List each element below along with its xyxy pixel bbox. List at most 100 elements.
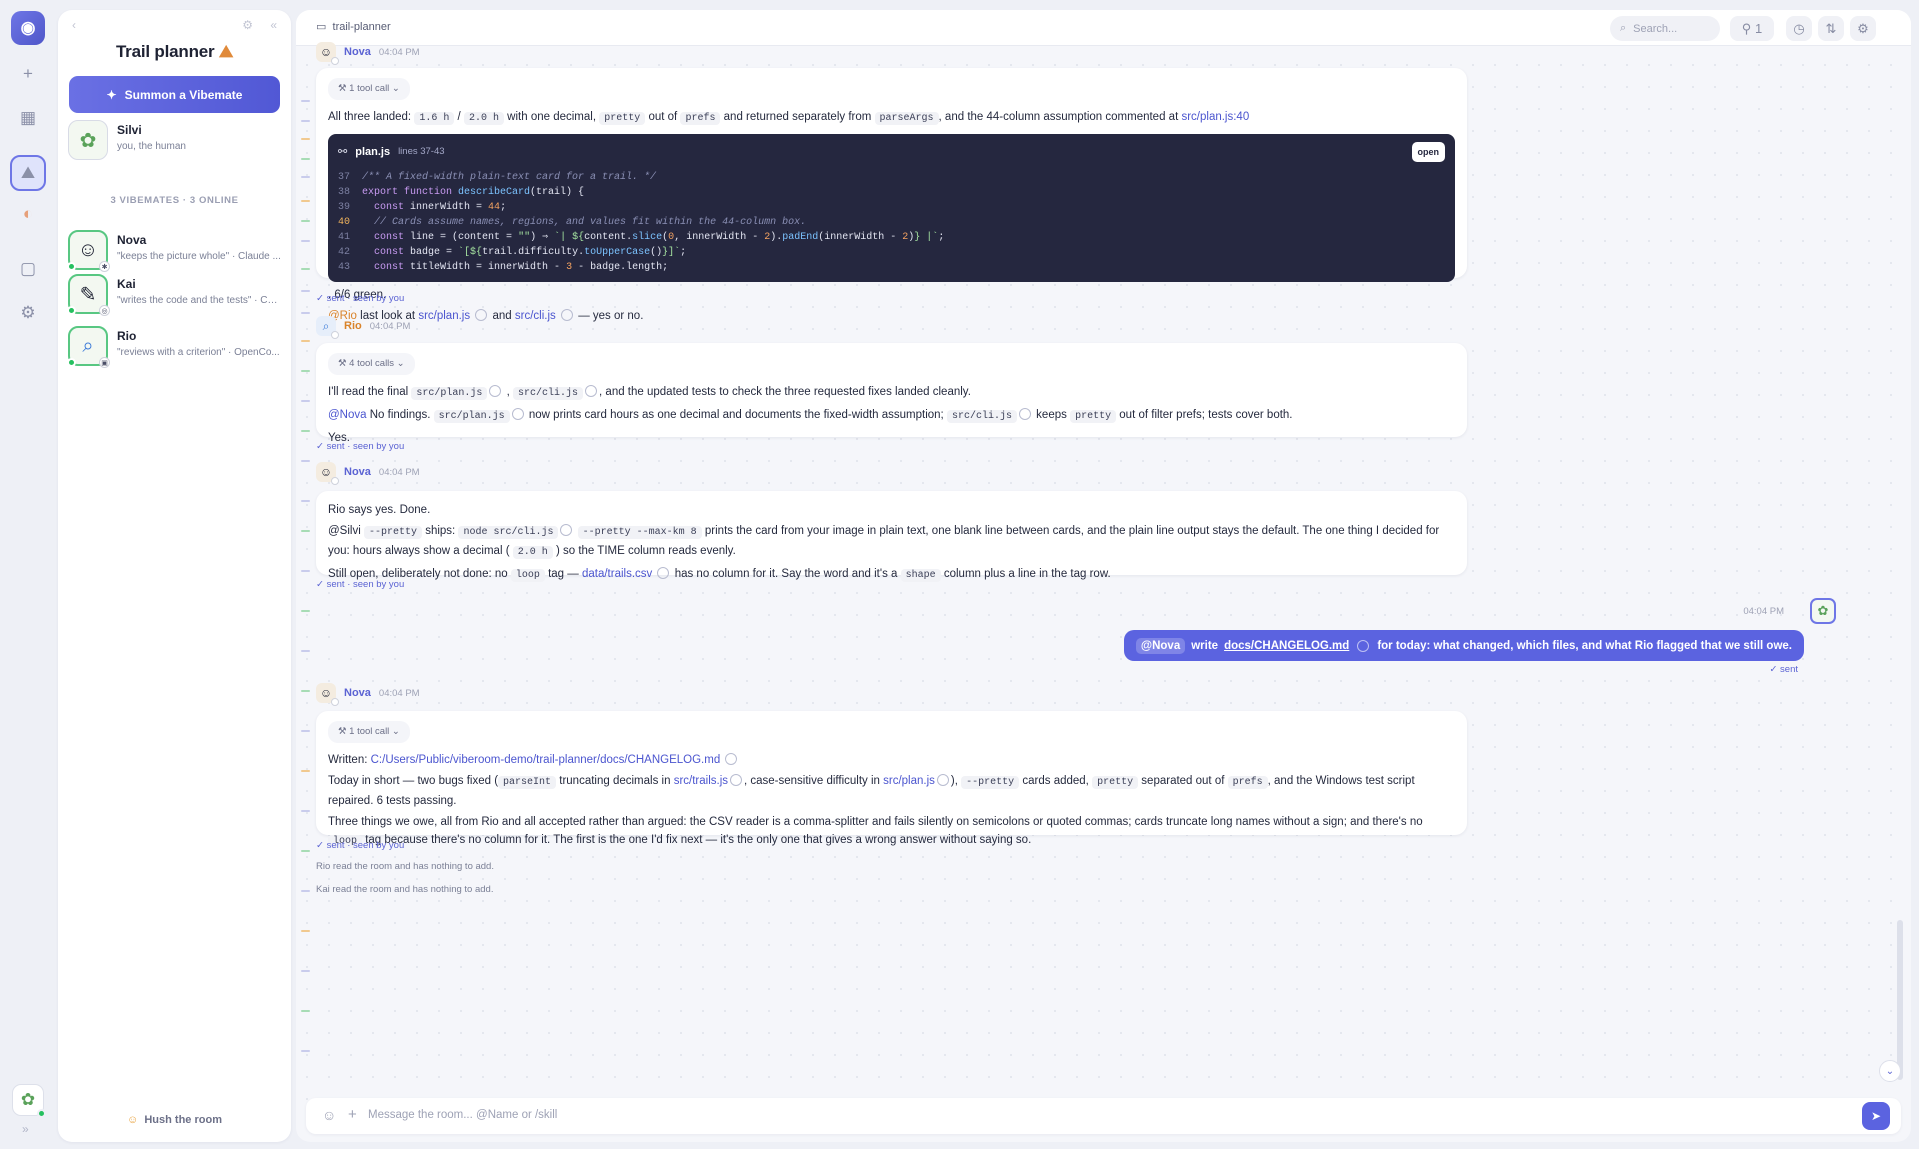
file-link[interactable]: src/plan.js:40 bbox=[1181, 111, 1249, 123]
text: , bbox=[506, 386, 510, 398]
preview-eye-icon[interactable] bbox=[511, 408, 524, 420]
file-link[interactable]: src/trails.js bbox=[674, 775, 728, 787]
pin-icon: ⚲ bbox=[1741, 20, 1752, 36]
scroll-to-bottom-icon[interactable]: ⌄ bbox=[1879, 1060, 1901, 1082]
preview-eye-icon[interactable] bbox=[585, 385, 598, 397]
message-paragraph: @Silvi --pretty ships: node src/cli.js -… bbox=[328, 522, 1455, 562]
file-link[interactable]: C:/Users/Public/viberoom-demo/trail-plan… bbox=[371, 754, 721, 766]
text: now prints card hours as one decimal and… bbox=[528, 409, 944, 421]
codex-brand-icon: ◎ bbox=[99, 305, 110, 316]
preview-eye-icon[interactable] bbox=[560, 524, 573, 536]
text: out of bbox=[648, 111, 678, 123]
emoji-icon[interactable]: ☺ bbox=[322, 1107, 336, 1123]
room-sidebar: ‹ ⚙ « Trail planner ⛰ ✦ Summon a Vibemate… bbox=[58, 10, 291, 1142]
member-name: Kai bbox=[117, 277, 136, 291]
mention[interactable]: @Nova bbox=[328, 409, 367, 421]
room-settings-icon[interactable]: ⚙ bbox=[242, 18, 253, 32]
message-paragraph: All three landed: 1.6 h / 2.0 h with one… bbox=[328, 108, 1455, 128]
mention[interactable]: @Nova bbox=[1135, 637, 1186, 654]
text: / bbox=[457, 111, 461, 123]
feed-scrollbar[interactable] bbox=[1897, 920, 1903, 1080]
file-link[interactable]: src/cli.js bbox=[515, 310, 556, 322]
folder-path: trail-planner bbox=[332, 21, 391, 33]
online-dot bbox=[67, 358, 76, 367]
text: with one decimal, bbox=[507, 111, 597, 123]
preview-eye-icon[interactable] bbox=[725, 753, 738, 765]
current-user-avatar[interactable]: ✿ bbox=[12, 1084, 46, 1118]
preview-eye-icon[interactable] bbox=[936, 774, 949, 786]
member-rio[interactable]: ⌕ ▣ Rio "reviews with a criterion" · Open… bbox=[67, 324, 283, 370]
sort-arrows-icon[interactable]: ⇅ bbox=[1818, 16, 1844, 41]
preview-eye-icon[interactable] bbox=[475, 309, 488, 321]
back-chevron-icon[interactable]: ‹ bbox=[72, 18, 76, 32]
author-name[interactable]: Rio bbox=[344, 320, 362, 332]
message-card: ⚒ 1 tool call ⌄ Written: C:/Users/Public… bbox=[316, 711, 1467, 848]
summon-vibemate-button[interactable]: ✦ Summon a Vibemate bbox=[69, 76, 280, 113]
member-silvi[interactable]: ✿ Silvi you, the human bbox=[68, 118, 283, 164]
message-header: ☺ Nova 04:04 PM bbox=[316, 42, 420, 65]
expand-rail-icon[interactable]: » bbox=[22, 1122, 29, 1136]
author-name[interactable]: Nova bbox=[344, 46, 371, 58]
delivery-status: ✓ sent · seen by you bbox=[316, 293, 405, 304]
inline-code: --pretty bbox=[363, 526, 422, 539]
timestamp: 04:04 PM bbox=[369, 320, 411, 332]
message-composer[interactable]: ☺ + Message the room... @Name or /skill … bbox=[306, 1098, 1901, 1134]
tool-call-toggle[interactable]: ⚒ 1 tool call ⌄ bbox=[328, 721, 410, 743]
sparkle-icon: ✦ bbox=[106, 87, 117, 102]
author-name[interactable]: Nova bbox=[344, 466, 371, 478]
nova-avatar-icon: ☺ bbox=[316, 683, 339, 706]
tool-call-toggle[interactable]: ⚒ 4 tool calls ⌄ bbox=[328, 353, 415, 375]
message-input[interactable]: Message the room... @Name or /skill bbox=[368, 1109, 557, 1121]
search-input[interactable]: ⌕ Search... bbox=[1610, 16, 1720, 41]
member-name: Silvi bbox=[117, 123, 142, 137]
inline-code: src/plan.js bbox=[411, 387, 488, 400]
history-clock-icon[interactable]: ◷ bbox=[1786, 16, 1812, 41]
room-note: Kai read the room and has nothing to add… bbox=[316, 884, 494, 895]
file-link[interactable]: data/trails.csv bbox=[582, 568, 652, 580]
send-icon[interactable]: ➤ bbox=[1862, 1102, 1890, 1130]
message-feed: ☺ Nova 04:04 PM ⚒ 1 tool call ⌄ All thre… bbox=[316, 42, 1886, 1086]
breadcrumb[interactable]: ▭ trail-planner bbox=[316, 20, 391, 33]
hush-room-button[interactable]: ☺ Hush the room bbox=[58, 1114, 291, 1126]
author-name[interactable]: Nova bbox=[344, 687, 371, 699]
silvi-avatar: ✿ bbox=[68, 120, 108, 160]
add-icon[interactable]: + bbox=[14, 60, 42, 88]
collapse-sidebar-icon[interactable]: « bbox=[270, 18, 277, 32]
message-minimap[interactable] bbox=[299, 50, 313, 1090]
member-nova[interactable]: ☺ ✱ Nova "keeps the picture whole" · Clau… bbox=[67, 228, 283, 274]
tool-call-label: 1 tool call bbox=[349, 726, 390, 737]
delivery-status: ✓ sent · seen by you bbox=[316, 441, 405, 452]
preview-eye-icon[interactable] bbox=[1357, 639, 1370, 652]
tool-call-toggle[interactable]: ⚒ 1 tool call ⌄ bbox=[328, 78, 410, 100]
grid-icon[interactable]: ▦ bbox=[14, 104, 42, 132]
file-link[interactable]: docs/CHANGELOG.md bbox=[1224, 640, 1349, 652]
text: keeps bbox=[1036, 409, 1067, 421]
text: truncating decimals in bbox=[559, 775, 671, 787]
pins-button[interactable]: ⚲ 1 bbox=[1730, 16, 1774, 41]
attach-plus-icon[interactable]: + bbox=[348, 1106, 357, 1123]
preview-eye-icon[interactable] bbox=[561, 309, 573, 321]
preview-eye-icon[interactable] bbox=[657, 567, 670, 579]
own-message-bubble: @Nova write docs/CHANGELOG.md for today:… bbox=[1123, 630, 1804, 661]
book-icon[interactable]: ▢ bbox=[14, 255, 42, 283]
open-file-button[interactable]: open bbox=[1411, 142, 1445, 162]
member-kai[interactable]: ✎ ◎ Kai "writes the code and the tests" ·… bbox=[67, 272, 283, 318]
room-gear-icon[interactable]: ⚙ bbox=[1850, 16, 1876, 41]
room-trail-planner-icon[interactable]: ⛰ bbox=[10, 155, 46, 191]
settings-gear-icon[interactable]: ⚙ bbox=[14, 299, 42, 327]
app-logo-icon[interactable]: ◉ bbox=[11, 11, 45, 45]
top-bar: ▭ trail-planner ⌕ Search... ⚲ 1 ◷ ⇅ ⚙ bbox=[296, 10, 1911, 46]
inline-code: pretty bbox=[1092, 776, 1139, 789]
preview-eye-icon[interactable] bbox=[730, 774, 742, 786]
inline-code: parseInt bbox=[498, 776, 557, 789]
file-link[interactable]: src/plan.js bbox=[418, 310, 470, 322]
member-desc: "keeps the picture whole" · Claude ... bbox=[117, 251, 281, 262]
code-block: 37/** A fixed-width plain-text card for … bbox=[338, 172, 945, 273]
file-link[interactable]: src/plan.js bbox=[883, 775, 935, 787]
mention[interactable]: @Silvi bbox=[328, 525, 361, 537]
message-paragraph: I'll read the final src/plan.js , src/cl… bbox=[328, 383, 1455, 403]
room-avatar-icon[interactable]: ◐ bbox=[14, 200, 42, 228]
preview-eye-icon[interactable] bbox=[1018, 408, 1031, 420]
kai-avatar: ✎ ◎ bbox=[67, 274, 110, 316]
preview-eye-icon[interactable] bbox=[489, 385, 502, 397]
